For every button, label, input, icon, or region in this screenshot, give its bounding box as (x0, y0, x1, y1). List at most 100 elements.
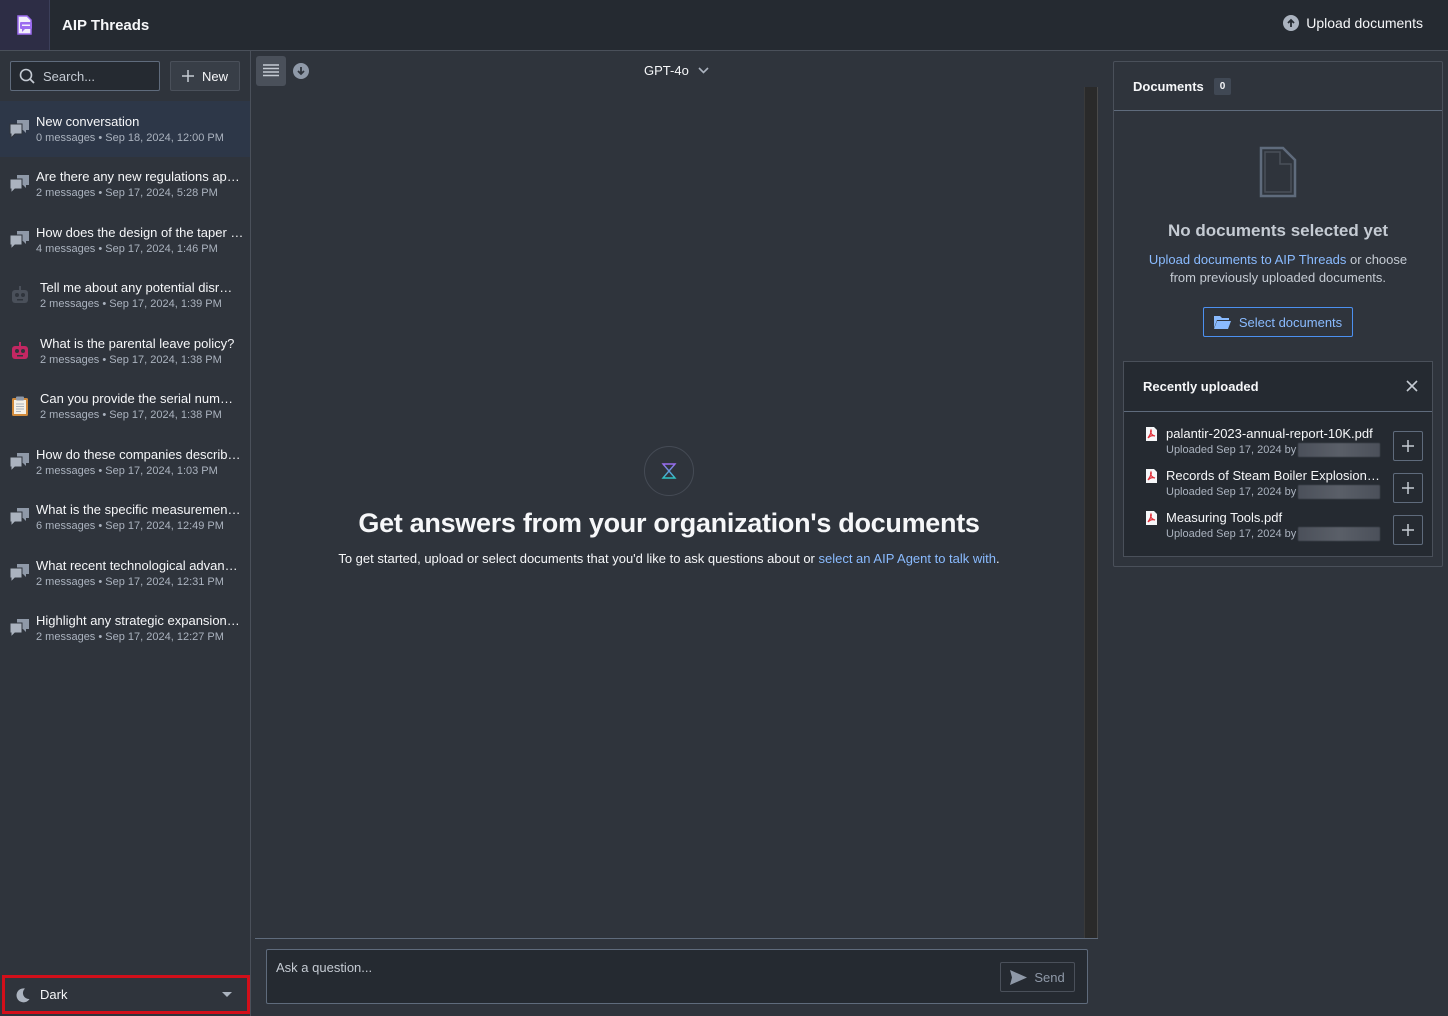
documents-title: Documents (1133, 78, 1204, 94)
conversation-meta: 2 messages • Sep 17, 2024, 1:38 PM (40, 409, 222, 422)
conversation-meta: 2 messages • Sep 17, 2024, 1:39 PM (40, 298, 222, 311)
close-icon[interactable] (1406, 380, 1418, 392)
recently-uploaded-title: Recently uploaded (1143, 379, 1259, 394)
question-input-box[interactable]: Send (266, 949, 1088, 1004)
upload-arrow-icon (1283, 15, 1300, 31)
pdf-file-icon (1146, 469, 1157, 483)
top-bar: AIP Threads Upload documents (0, 0, 1448, 51)
model-label: GPT-4o (644, 63, 689, 78)
question-input[interactable] (276, 960, 996, 990)
conversation-item[interactable]: How does the design of the taper … 4 mess… (0, 212, 250, 268)
conversation-item[interactable]: What recent technological advan… 2 messag… (0, 545, 250, 601)
robot-icon (9, 284, 31, 306)
conversation-meta: 2 messages • Sep 17, 2024, 1:38 PM (40, 353, 222, 366)
download-icon[interactable] (293, 63, 309, 79)
conversation-meta: 2 messages • Sep 17, 2024, 12:31 PM (36, 575, 224, 588)
model-select[interactable]: GPT-4o (644, 63, 709, 78)
documents-count-badge: 0 (1213, 77, 1232, 95)
chat-icon (9, 562, 31, 584)
select-documents-label: Select documents (1238, 314, 1343, 330)
conversation-item[interactable]: What is the parental leave policy? 2 mess… (0, 323, 250, 379)
plus-icon (1402, 482, 1414, 494)
conversation-item[interactable]: Highlight any strategic expansion… 2 mess… (0, 601, 250, 657)
add-document-button[interactable] (1393, 473, 1423, 503)
no-documents-title: No documents selected yet (1167, 221, 1389, 240)
folder-open-icon (1213, 316, 1231, 329)
chat-area: GPT-4o Get answers from your organizatio… (251, 51, 1103, 1016)
chat-icon (9, 118, 31, 140)
conversation-item[interactable]: What is the specific measuremen… 6 messag… (0, 490, 250, 546)
aip-logo-icon (661, 463, 677, 479)
toggle-sidebar-button[interactable] (256, 56, 286, 86)
add-document-button[interactable] (1393, 431, 1423, 461)
recently-uploaded-panel: Recently uploaded palantir-2023-annual-r… (1123, 361, 1433, 557)
conversation-item[interactable]: Are there any new regulations ap… 2 messa… (0, 157, 250, 213)
recent-file-list: palantir-2023-annual-report-10K.pdf Uploa… (1124, 412, 1432, 552)
conversation-meta: 0 messages • Sep 18, 2024, 12:00 PM (36, 131, 224, 144)
plus-icon (1402, 524, 1414, 536)
redacted-user (1298, 443, 1381, 457)
file-name: palantir-2023-annual-report-10K.pdf (1166, 426, 1373, 441)
redacted-user (1298, 527, 1381, 541)
chevron-down-icon (698, 67, 709, 74)
chat-icon (9, 451, 31, 473)
plus-icon (1402, 440, 1414, 452)
upload-documents-button[interactable]: Upload documents (1283, 15, 1423, 31)
conversation-title: Tell me about any potential disr… (40, 280, 233, 296)
caret-down-icon (222, 992, 232, 997)
redacted-user (1298, 485, 1381, 499)
chat-icon (9, 617, 31, 639)
file-name: Measuring Tools.pdf (1166, 510, 1283, 525)
send-button[interactable]: Send (1000, 962, 1075, 992)
documents-panel: Documents 0 No documents selected yet Up… (1113, 61, 1443, 567)
new-label: New (201, 68, 228, 84)
conversation-list: New conversation 0 messages • Sep 18, 202… (0, 101, 250, 656)
conversation-title: What recent technological advan… (36, 557, 238, 573)
chat-icon (9, 506, 31, 528)
send-icon (1010, 969, 1028, 985)
recent-file-item: Measuring Tools.pdf Uploaded Sep 17, 2024… (1124, 510, 1432, 552)
empty-state-text: To get started, upload or select documen… (338, 551, 819, 566)
conversation-meta: 6 messages • Sep 17, 2024, 12:49 PM (36, 520, 224, 533)
upload-to-threads-link[interactable]: Upload documents to AIP Threads (1149, 252, 1347, 267)
select-documents-button[interactable]: Select documents (1203, 307, 1353, 337)
conversation-title: Can you provide the serial numb… (40, 391, 240, 407)
conversation-item[interactable]: New conversation 0 messages • Sep 18, 202… (0, 101, 250, 157)
search-input[interactable] (43, 68, 153, 84)
pdf-file-icon (1146, 427, 1157, 441)
file-uploaded-info: Uploaded Sep 17, 2024 by (1166, 486, 1297, 498)
add-document-button[interactable] (1393, 515, 1423, 545)
select-agent-link[interactable]: select an AIP Agent to talk with (818, 551, 996, 566)
search-box[interactable] (10, 61, 160, 91)
app-logo[interactable] (0, 0, 50, 50)
conversation-item[interactable]: Can you provide the serial numb… 2 messag… (0, 379, 250, 435)
conversation-title: New conversation (36, 113, 140, 129)
empty-state: Get answers from your organization's doc… (251, 446, 1087, 566)
file-name: Records of Steam Boiler Explosions.pdf (1166, 468, 1380, 483)
conversation-title: Are there any new regulations ap… (36, 169, 240, 185)
threads-logo-icon (16, 15, 32, 35)
conversation-meta: 2 messages • Sep 17, 2024, 12:27 PM (36, 631, 224, 644)
divider (255, 938, 1098, 939)
list-icon (263, 64, 279, 77)
conversation-meta: 2 messages • Sep 17, 2024, 1:03 PM (36, 464, 218, 477)
conversation-item[interactable]: Tell me about any potential disr… 2 messa… (0, 268, 250, 324)
plus-icon (181, 70, 194, 82)
clipboard-icon (9, 395, 31, 417)
app-title: AIP Threads (62, 16, 150, 34)
send-label: Send (1034, 969, 1065, 985)
conversation-meta: 2 messages • Sep 17, 2024, 5:28 PM (36, 187, 218, 200)
theme-select[interactable]: Dark (2, 975, 250, 1014)
chat-icon (9, 173, 31, 195)
search-icon (19, 68, 35, 84)
chat-icon (9, 229, 31, 251)
conversation-title: How does the design of the taper … (36, 224, 244, 240)
no-documents-description: Upload documents to AIP Threads or choos… (1114, 251, 1442, 287)
upload-documents-label: Upload documents (1306, 15, 1423, 31)
new-conversation-button[interactable]: New (170, 61, 240, 91)
aip-agent-icon-container (644, 446, 694, 496)
file-uploaded-info: Uploaded Sep 17, 2024 by (1166, 444, 1297, 456)
conversation-title: How do these companies describ… (36, 446, 241, 462)
conversation-item[interactable]: How do these companies describ… 2 message… (0, 434, 250, 490)
conversation-title: What is the parental leave policy? (40, 335, 235, 351)
